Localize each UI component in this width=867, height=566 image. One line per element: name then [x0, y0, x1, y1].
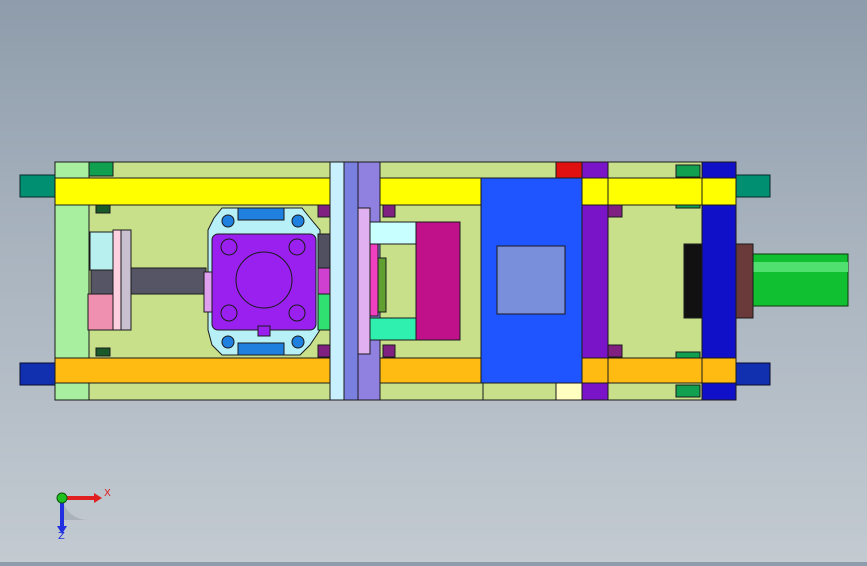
top-support-plate [54, 177, 484, 206]
housing-cap-bottom [237, 342, 285, 356]
mold-bottom-marker [555, 382, 583, 401]
bolt-icon [221, 335, 235, 349]
bolt-icon [291, 335, 305, 349]
platen-strip [369, 243, 379, 317]
coordinate-triad [56, 492, 102, 534]
hydraulic-side-port [203, 271, 213, 313]
slider-block [415, 221, 461, 341]
platen-strip [329, 161, 345, 401]
bolt-icon [291, 214, 305, 228]
bracket [95, 204, 111, 214]
clamp-plate-bottom [581, 357, 609, 384]
mold-insert [496, 245, 566, 315]
platen-strip [343, 161, 359, 401]
y-axis-icon [56, 492, 68, 504]
platen-strip [357, 207, 371, 355]
right-end-plate-top [701, 177, 737, 206]
cad-viewport[interactable]: X Z [0, 0, 867, 562]
link-pin-shadow [120, 229, 132, 331]
bracket [317, 204, 331, 218]
bolt-icon [220, 304, 238, 322]
tie-rod-bottom-left [19, 362, 61, 386]
platen-strip [377, 257, 387, 313]
piston-circle [235, 251, 293, 309]
bolt-icon [288, 304, 306, 322]
hydraulic-port [257, 325, 271, 337]
z-axis-label: Z [58, 531, 65, 542]
x-axis-label: X [104, 488, 111, 499]
platen-strip [317, 293, 331, 331]
guide-block [88, 161, 114, 177]
bottom-support-plate [54, 357, 484, 384]
clamp-plate-mid [581, 204, 609, 359]
tie-rod-top-left [19, 174, 61, 198]
clamp-plate-top [581, 177, 609, 206]
bracket [382, 204, 396, 218]
bracket [607, 344, 623, 358]
bracket [607, 204, 623, 218]
slider-bottom [369, 317, 417, 341]
bolt-icon [220, 238, 238, 256]
link-arm [90, 267, 207, 295]
bolt-icon [288, 238, 306, 256]
rod-collar-dark [683, 243, 703, 319]
guide-block [675, 164, 701, 178]
rod-collar-brown [734, 243, 754, 319]
housing-cap-top [237, 207, 285, 221]
slider-top [369, 221, 417, 245]
mold-top-marker [555, 161, 583, 179]
bracket [317, 344, 331, 358]
platen-strip [317, 233, 331, 271]
bottom-support-strip [88, 382, 484, 401]
bolt-icon [221, 214, 235, 228]
right-end-plate-bottom [701, 357, 737, 384]
platen-strip [317, 267, 331, 295]
bracket [382, 344, 396, 358]
mold-assembly-model[interactable] [0, 0, 867, 562]
guide-block [675, 384, 701, 398]
x-arrow-icon [94, 493, 102, 503]
bracket [95, 347, 111, 357]
